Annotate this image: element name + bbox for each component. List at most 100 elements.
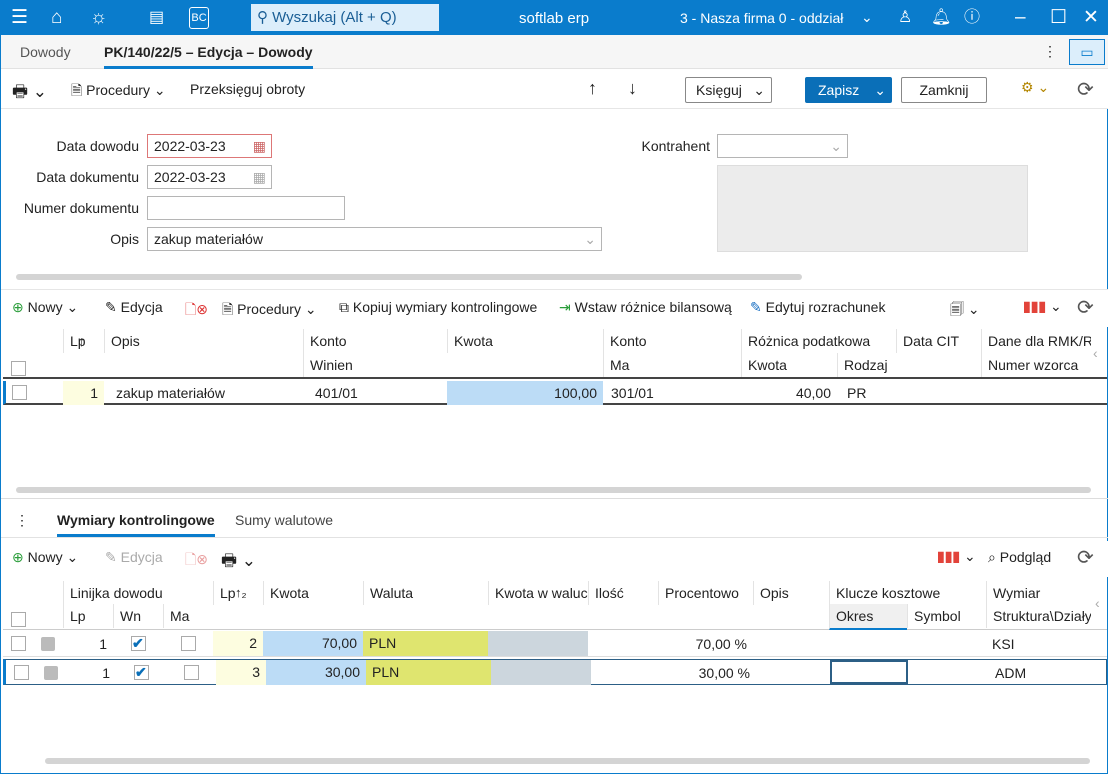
arrow-up-icon[interactable]: ↑	[588, 78, 597, 99]
column-subheader[interactable]: Wn	[113, 604, 163, 628]
collapse-left-icon[interactable]: ‹	[1095, 595, 1100, 611]
tab-wymiary[interactable]: Wymiary kontrolingowe	[57, 512, 215, 537]
data-dokumentu-field[interactable]: 2022-03-23 ▦	[147, 165, 272, 189]
lightbulb-icon[interactable]: ☼	[90, 6, 107, 30]
ma-checkbox[interactable]	[184, 665, 199, 680]
chevron-down-icon[interactable]: ⌄	[584, 231, 596, 248]
close-button[interactable]: Zamknij	[901, 77, 987, 103]
news-icon[interactable]: ▤	[149, 6, 164, 30]
column-header[interactable]: Ilość	[588, 581, 658, 605]
column-header[interactable]: Kwota	[447, 329, 603, 353]
column-subheader[interactable]: Ma	[163, 604, 213, 628]
refresh-icon[interactable]: ⟳	[1077, 295, 1094, 320]
column-header[interactable]: Linijka dowodu	[63, 581, 213, 605]
struktura-cell[interactable]: ADM	[989, 661, 1094, 685]
delete-icon[interactable]: 🗋⊗	[185, 549, 208, 573]
splitter[interactable]	[1, 498, 1108, 499]
save-button[interactable]: Zapisz ⌄	[805, 77, 892, 103]
calendar-icon[interactable]: ▦	[253, 138, 266, 155]
procent-cell[interactable]: 70,00 %	[658, 632, 753, 656]
column-subheader[interactable]: Kwota	[741, 353, 837, 377]
data-dowodu-field[interactable]: 2022-03-23 ▦	[147, 134, 272, 158]
preview-button[interactable]: ⌕ Podgląd	[988, 549, 1051, 566]
edit-settlement-button[interactable]: ✎ Edytuj rozrachunek	[750, 299, 885, 316]
chevron-down-icon[interactable]: ⌄	[861, 9, 873, 26]
column-header[interactable]: Konto	[303, 329, 447, 353]
tab-dowody[interactable]: Dowody	[20, 44, 71, 60]
tab-sumy-walutowe[interactable]: Sumy walutowe	[235, 512, 333, 528]
minimize-icon[interactable]: –	[1015, 6, 1026, 30]
column-header[interactable]: Kwota	[263, 581, 363, 605]
table-row[interactable]: 1 ✔ 2 70,00 PLN 70,00 % KSI	[3, 631, 1107, 657]
kwota-cell[interactable]: 30,00	[266, 660, 366, 685]
close-icon[interactable]: ✕	[1083, 6, 1099, 30]
maximize-icon[interactable]: ☐	[1050, 6, 1067, 30]
edit-button[interactable]: ✎ Edycja	[105, 299, 163, 316]
column-header[interactable]: Różnica podatkowa	[741, 329, 896, 353]
struktura-cell[interactable]: KSI	[986, 632, 1091, 656]
insert-diff-button[interactable]: ⇥ Wstaw różnice bilansową	[559, 299, 732, 316]
collapse-left-icon[interactable]: ‹	[1093, 345, 1098, 361]
table-row[interactable]: 1 zakup materiałów 401/01 100,00 301/01 40,00…	[3, 381, 1107, 405]
menu-icon[interactable]: ☰	[11, 6, 28, 30]
refresh-icon[interactable]: ⟳	[1077, 545, 1094, 570]
printer-icon[interactable]: 🖶︎ ⌄	[12, 79, 47, 108]
opis-cell[interactable]: zakup materiałów	[110, 381, 309, 405]
column-subheader[interactable]: Winien	[303, 353, 447, 377]
column-subheader[interactable]: Okres	[829, 604, 907, 630]
column-subheader[interactable]: Rodzaj	[837, 353, 896, 377]
column-subheader[interactable]: Struktura\Działy	[986, 604, 1091, 628]
search-input[interactable]: ⚲ Wyszukaj (Alt + Q)	[251, 4, 439, 31]
wn-checkbox[interactable]: ✔	[134, 665, 149, 680]
column-header[interactable]: Opis	[753, 581, 829, 605]
column-subheader[interactable]: Symbol	[907, 604, 986, 628]
table-row[interactable]: 1 ✔ 3 30,00 PLN 30,00 % ADM	[3, 659, 1107, 685]
row-checkbox[interactable]	[11, 636, 26, 651]
chart-icon[interactable]: ▮▮▮ ⌄	[937, 548, 976, 565]
column-subheader[interactable]: Numer wzorca	[981, 353, 1091, 377]
chart-icon[interactable]: ▮▮▮ ⌄	[1023, 298, 1062, 315]
kwota-cell[interactable]: 70,00	[263, 631, 363, 656]
form-scrollbar[interactable]	[16, 274, 802, 280]
column-header[interactable]: Wymiar	[986, 581, 1091, 605]
bell-icon[interactable]: 🔔︎	[931, 6, 951, 30]
column-header[interactable]: Waluta	[363, 581, 488, 605]
procedures-menu[interactable]: 🗎 Procedury ⌄	[71, 80, 166, 104]
rodzaj-cell[interactable]: PR	[841, 381, 900, 405]
delete-icon[interactable]: 🗋⊗	[185, 299, 208, 323]
kontrahent-select[interactable]: ⌄	[717, 134, 848, 158]
edit-button[interactable]: ✎ Edycja	[105, 549, 163, 566]
row-checkbox[interactable]	[12, 385, 27, 400]
column-header[interactable]: Konto	[603, 329, 741, 353]
column-header[interactable]: Data CIT	[896, 329, 981, 353]
printer-icon[interactable]: 🖶︎ ⌄	[221, 548, 256, 577]
company-selector[interactable]: 3 - Nasza firma 0 - oddział	[680, 10, 843, 26]
sort-arrow-icon[interactable]: ↑	[78, 333, 85, 349]
ma-checkbox[interactable]	[181, 636, 196, 651]
ksieguj-dropdown[interactable]: Księguj ⌄	[685, 77, 772, 103]
column-header[interactable]: Klucze kosztowe	[829, 581, 986, 605]
column-header[interactable]: Opis	[104, 329, 303, 353]
settings-icon[interactable]: ⚙ ⌄	[1021, 79, 1049, 96]
lines-scrollbar[interactable]	[16, 487, 1091, 493]
opis-field[interactable]: zakup materiałów ⌄	[147, 227, 602, 251]
more-icon[interactable]: ⋮	[15, 512, 29, 529]
winien-cell[interactable]: 401/01	[309, 381, 453, 405]
copy-dims-button[interactable]: ⧉ Kopiuj wymiary kontrolingowe	[339, 299, 537, 316]
home-icon[interactable]: ⌂	[51, 6, 62, 30]
ma-cell[interactable]: 301/01	[605, 381, 743, 405]
procent-cell[interactable]: 30,00 %	[661, 661, 756, 685]
tab-edit-document[interactable]: PK/140/22/5 – Edycja – Dowody	[104, 44, 313, 69]
more-icon[interactable]: ⋮	[1043, 43, 1057, 60]
wn-checkbox[interactable]: ✔	[131, 636, 146, 651]
new-button[interactable]: ⊕ Nowy ⌄	[12, 299, 78, 316]
column-subheader[interactable]: Ma	[603, 353, 741, 377]
user-icon[interactable]: ♙	[898, 6, 912, 30]
refresh-icon[interactable]: ⟳	[1077, 77, 1094, 102]
przeksieguj-button[interactable]: Przeksięguj obroty	[190, 81, 305, 97]
column-header[interactable]: Procentowo	[658, 581, 753, 605]
export-icon[interactable]: 🗐 ⌄	[950, 299, 980, 323]
select-all-checkbox[interactable]	[11, 612, 26, 627]
roznica-kwota-cell[interactable]: 40,00	[741, 381, 837, 405]
select-all-checkbox[interactable]	[11, 361, 26, 376]
